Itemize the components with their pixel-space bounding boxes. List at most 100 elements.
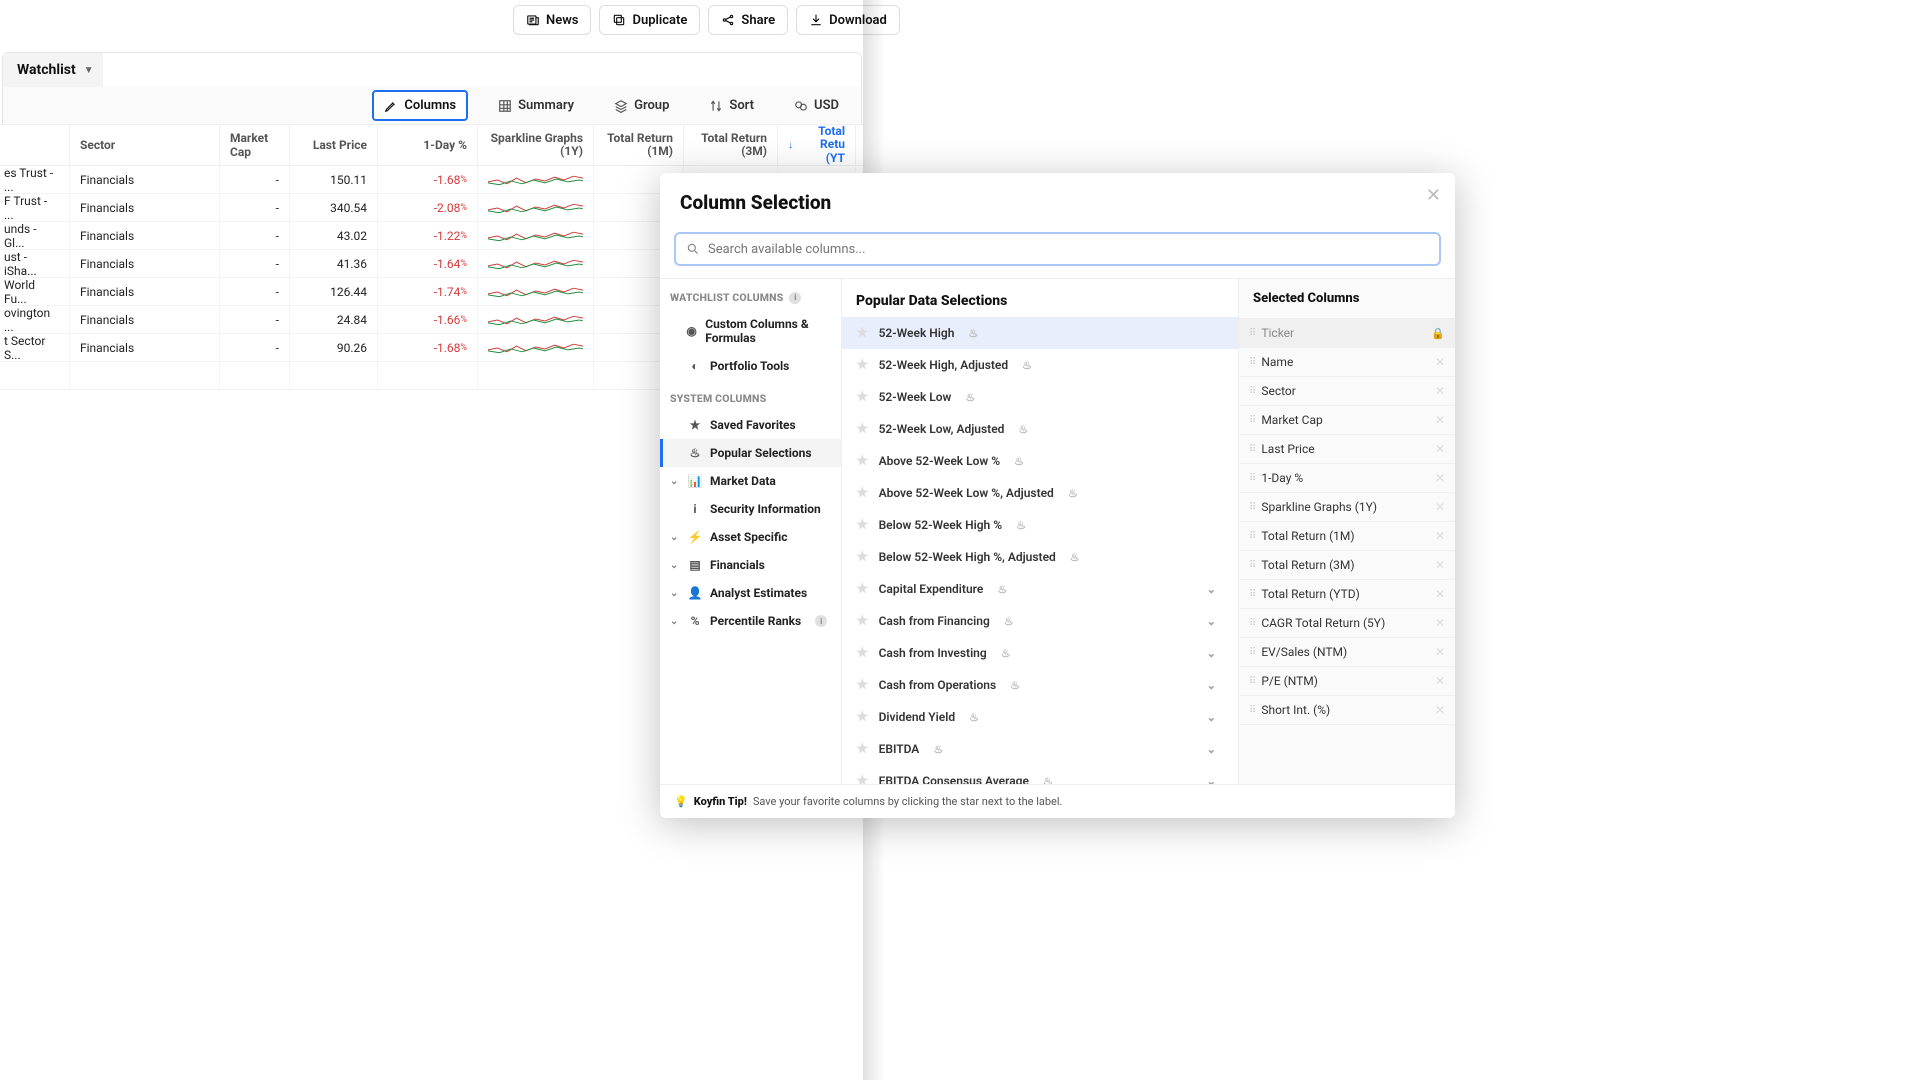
info-icon[interactable]: i <box>789 292 801 304</box>
remove-icon[interactable]: ✕ <box>1435 442 1445 456</box>
th-marketcap[interactable]: Market Cap <box>220 125 290 165</box>
currency-button[interactable]: USD <box>784 92 849 119</box>
nav-saved-favorites[interactable]: ★Saved Favorites <box>660 411 841 439</box>
chevron-down-icon[interactable]: ⌄ <box>1207 583 1216 596</box>
chevron-down-icon[interactable]: ⌄ <box>1207 679 1216 692</box>
chevron-down-icon[interactable]: ⌄ <box>1207 615 1216 628</box>
th-tr1m[interactable]: Total Return(1M) <box>594 125 684 165</box>
th-name[interactable] <box>0 125 70 165</box>
chevron-down-icon[interactable]: ⌄ <box>1207 647 1216 660</box>
selected-column-item[interactable]: ⠿Name✕ <box>1239 348 1455 377</box>
th-1day[interactable]: 1-Day % <box>378 125 478 165</box>
nav-popular-selections[interactable]: ♨Popular Selections <box>660 439 841 467</box>
available-column-item[interactable]: ★52-Week High, Adjusted♨ <box>842 349 1238 381</box>
star-icon[interactable]: ★ <box>856 453 869 469</box>
available-column-item[interactable]: ★Capital Expenditure♨⌄ <box>842 573 1238 605</box>
share-button[interactable]: Share <box>708 5 788 35</box>
th-trytd[interactable]: ↓Total Retu(YT <box>778 125 856 165</box>
star-icon[interactable]: ★ <box>856 677 869 693</box>
drag-handle-icon[interactable]: ⠿ <box>1249 531 1253 542</box>
star-icon[interactable]: ★ <box>856 485 869 501</box>
star-icon[interactable]: ★ <box>856 741 869 757</box>
close-icon[interactable]: ✕ <box>1426 185 1441 206</box>
selected-column-item[interactable]: ⠿Sparkline Graphs (1Y)✕ <box>1239 493 1455 522</box>
selected-column-item[interactable]: ⠿Sector✕ <box>1239 377 1455 406</box>
available-column-item[interactable]: ★Cash from Investing♨⌄ <box>842 637 1238 669</box>
selected-column-item[interactable]: ⠿Market Cap✕ <box>1239 406 1455 435</box>
drag-handle-icon[interactable]: ⠿ <box>1249 473 1253 484</box>
selected-column-item[interactable]: ⠿Total Return (1M)✕ <box>1239 522 1455 551</box>
star-icon[interactable]: ★ <box>856 517 869 533</box>
star-icon[interactable]: ★ <box>856 773 869 784</box>
remove-icon[interactable]: ✕ <box>1435 413 1445 427</box>
available-column-item[interactable]: ★52-Week Low, Adjusted♨ <box>842 413 1238 445</box>
remove-icon[interactable]: ✕ <box>1435 558 1445 572</box>
drag-handle-icon[interactable]: ⠿ <box>1249 647 1253 658</box>
drag-handle-icon[interactable]: ⠿ <box>1249 444 1253 455</box>
remove-icon[interactable]: ✕ <box>1435 471 1445 485</box>
remove-icon[interactable]: ✕ <box>1435 674 1445 688</box>
nav-portfolio-tools[interactable]: ◐Portfolio Tools <box>660 352 841 380</box>
selected-column-item[interactable]: ⠿Short Int. (%)✕ <box>1239 696 1455 725</box>
selected-column-item[interactable]: ⠿Total Return (3M)✕ <box>1239 551 1455 580</box>
star-icon[interactable]: ★ <box>856 357 869 373</box>
duplicate-button[interactable]: Duplicate <box>599 5 700 35</box>
group-button[interactable]: Group <box>604 92 679 119</box>
star-icon[interactable]: ★ <box>856 645 869 661</box>
drag-handle-icon[interactable]: ⠿ <box>1249 415 1253 426</box>
selected-column-item[interactable]: ⠿CAGR Total Return (5Y)✕ <box>1239 609 1455 638</box>
nav-asset-specific[interactable]: ⌄⚡Asset Specific <box>660 523 841 551</box>
drag-handle-icon[interactable]: ⠿ <box>1249 502 1253 513</box>
th-sector[interactable]: Sector <box>70 125 220 165</box>
search-input[interactable] <box>708 242 1429 257</box>
available-column-item[interactable]: ★Above 52-Week Low %♨ <box>842 445 1238 477</box>
remove-icon[interactable]: ✕ <box>1435 587 1445 601</box>
th-sparkline[interactable]: Sparkline Graphs(1Y) <box>478 125 594 165</box>
drag-handle-icon[interactable]: ⠿ <box>1249 618 1253 629</box>
remove-icon[interactable]: ✕ <box>1435 355 1445 369</box>
selected-column-item[interactable]: ⠿1-Day %✕ <box>1239 464 1455 493</box>
nav-financials[interactable]: ⌄▤Financials <box>660 551 841 579</box>
news-button[interactable]: News <box>513 5 591 35</box>
selected-column-item[interactable]: ⠿EV/Sales (NTM)✕ <box>1239 638 1455 667</box>
remove-icon[interactable]: ✕ <box>1435 645 1445 659</box>
available-column-item[interactable]: ★Below 52-Week High %, Adjusted♨ <box>842 541 1238 573</box>
drag-handle-icon[interactable]: ⠿ <box>1249 676 1253 687</box>
star-icon[interactable]: ★ <box>856 549 869 565</box>
drag-handle-icon[interactable]: ⠿ <box>1249 357 1253 368</box>
chevron-down-icon[interactable]: ⌄ <box>1207 711 1216 724</box>
drag-handle-icon[interactable]: ⠿ <box>1249 560 1253 571</box>
available-column-item[interactable]: ★Cash from Operations♨⌄ <box>842 669 1238 701</box>
star-icon[interactable]: ★ <box>856 421 869 437</box>
available-column-item[interactable]: ★Cash from Financing♨⌄ <box>842 605 1238 637</box>
remove-icon[interactable]: ✕ <box>1435 529 1445 543</box>
selected-column-item[interactable]: ⠿Last Price✕ <box>1239 435 1455 464</box>
nav-market-data[interactable]: ⌄📊Market Data <box>660 467 841 495</box>
th-lastprice[interactable]: Last Price <box>290 125 378 165</box>
available-column-item[interactable]: ★EBITDA Consensus Average♨⌄ <box>842 765 1238 784</box>
available-column-item[interactable]: ★52-Week Low♨ <box>842 381 1238 413</box>
nav-security-info[interactable]: iSecurity Information <box>660 495 841 523</box>
selected-column-item[interactable]: ⠿Total Return (YTD)✕ <box>1239 580 1455 609</box>
remove-icon[interactable]: ✕ <box>1435 500 1445 514</box>
star-icon[interactable]: ★ <box>856 325 869 341</box>
drag-handle-icon[interactable]: ⠿ <box>1249 705 1253 716</box>
th-tr3m[interactable]: Total Return(3M) <box>684 125 778 165</box>
remove-icon[interactable]: ✕ <box>1435 703 1445 717</box>
remove-icon[interactable]: ✕ <box>1435 616 1445 630</box>
selected-column-item[interactable]: ⠿P/E (NTM)✕ <box>1239 667 1455 696</box>
nav-custom-columns[interactable]: ◉Custom Columns & Formulas <box>660 310 841 352</box>
summary-button[interactable]: Summary <box>488 92 584 119</box>
watchlist-tab[interactable]: Watchlist ▼ <box>3 53 103 87</box>
nav-percentile-ranks[interactable]: ⌄%Percentile Ranksi <box>660 607 841 635</box>
sort-button[interactable]: Sort <box>699 92 764 119</box>
available-columns-list[interactable]: ★52-Week High♨★52-Week High, Adjusted♨★5… <box>842 317 1238 784</box>
available-column-item[interactable]: ★Dividend Yield♨⌄ <box>842 701 1238 733</box>
download-button[interactable]: Download <box>796 5 900 35</box>
remove-icon[interactable]: ✕ <box>1435 384 1445 398</box>
columns-button[interactable]: Columns <box>372 90 468 121</box>
available-column-item[interactable]: ★Above 52-Week Low %, Adjusted♨ <box>842 477 1238 509</box>
selected-column-item[interactable]: ⠿Ticker🔒 <box>1239 319 1455 348</box>
info-icon[interactable]: i <box>815 615 827 627</box>
chevron-down-icon[interactable]: ⌄ <box>1207 743 1216 756</box>
